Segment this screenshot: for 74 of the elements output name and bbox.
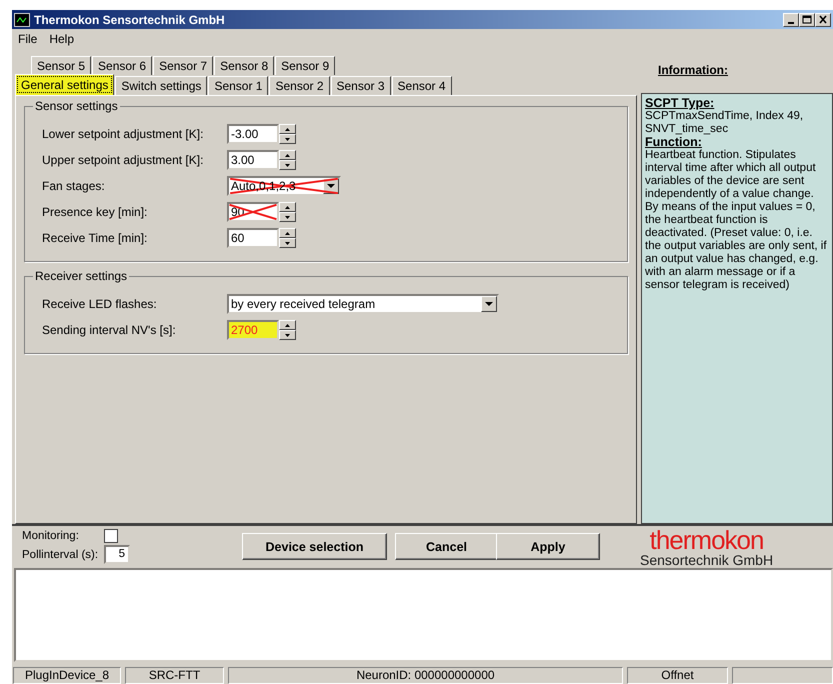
spin-down-button[interactable] — [279, 134, 296, 144]
maximize-button[interactable] — [799, 12, 815, 27]
info-text: SCPTmaxSendTime, Index 49, SNVT_time_sec — [645, 110, 804, 136]
status-panel: NeuronID: 000000000000 — [228, 667, 623, 684]
logo-wordmark: thermokon — [650, 526, 764, 553]
tab[interactable]: Sensor 4 — [392, 76, 452, 96]
menu-item[interactable]: Help — [49, 32, 74, 46]
tab[interactable]: Sensor 9 — [275, 56, 336, 76]
spin-up-button[interactable] — [279, 124, 296, 134]
tab[interactable]: Sensor 6 — [92, 56, 152, 76]
action-button[interactable]: Apply — [496, 533, 600, 560]
minimize-icon — [788, 22, 794, 24]
arrow-down-icon — [285, 242, 290, 245]
arrow-up-icon — [285, 206, 290, 209]
arrow-up-icon — [285, 232, 290, 235]
spin-up-button[interactable] — [279, 150, 296, 160]
spin-up-button[interactable] — [279, 202, 296, 212]
arrow-down-icon — [285, 216, 290, 219]
field-label: Receive Time [min]: — [42, 231, 148, 246]
group-title: Receiver settings — [33, 269, 130, 284]
spin-down-button[interactable] — [279, 212, 296, 222]
arrow-down-icon — [285, 138, 290, 141]
status-panel: Offnet — [627, 667, 728, 684]
spin-up-button[interactable] — [279, 228, 296, 238]
spin-field[interactable]: 60 — [227, 228, 279, 248]
tab[interactable]: Sensor 8 — [214, 56, 274, 76]
info-text: Heartbeat function. Stipulates interval time after which all output variables of the device are sent independently of a value change. By means of the input values = 0, the heartbeat function is deactivated. (Preset value: 0, i.e. the output variables are only sent, if an output value has changed, e.g. with an alarm message or if a sensor telegram is received) — [645, 149, 828, 292]
spin-field[interactable]: 3.00 — [227, 150, 279, 170]
minimize-button[interactable] — [783, 12, 799, 27]
field-label: Upper setpoint adjustment [K]: — [42, 153, 204, 168]
dropdown[interactable]: by every received telegram — [227, 294, 499, 314]
arrow-up-icon — [285, 128, 290, 131]
menu-item[interactable]: File — [18, 32, 38, 46]
field-label: Lower setpoint adjustment [K]: — [42, 127, 204, 142]
section-heading: SCPT Type: — [645, 97, 716, 110]
window-title: Thermokon Sensortechnik GmbH — [34, 12, 226, 27]
field-label: Receive LED flashes: — [42, 297, 158, 312]
monitoring-checkbox[interactable] — [104, 529, 118, 544]
tab[interactable]: Sensor 2 — [269, 76, 330, 96]
arrow-up-icon — [285, 154, 290, 157]
tab[interactable]: Switch settings — [115, 76, 208, 96]
spin-down-button[interactable] — [279, 330, 296, 340]
dropdown-arrow-icon — [485, 302, 493, 306]
section-heading: Function: — [645, 136, 703, 150]
spin-down-button[interactable] — [279, 160, 296, 170]
close-button[interactable] — [815, 12, 831, 27]
field-label: Presence key [min]: — [42, 205, 148, 220]
logo-subtitle: Sensortechnik GmbH — [640, 552, 774, 567]
arrow-up-icon — [285, 324, 290, 327]
tab[interactable]: Sensor 7 — [153, 56, 214, 76]
dropdown-arrow-icon — [327, 184, 335, 188]
action-button[interactable]: Cancel — [395, 533, 498, 560]
close-icon — [818, 15, 828, 24]
pollinterval-field[interactable]: 5 — [104, 545, 130, 564]
spin-field[interactable]: -3.00 — [227, 124, 279, 144]
status-panel: PlugInDevice_8 — [13, 667, 121, 684]
arrow-down-icon — [285, 334, 290, 337]
spin-down-button[interactable] — [279, 238, 296, 248]
app-icon — [14, 12, 30, 27]
tab[interactable]: General settings — [15, 74, 114, 96]
monitoring-label: Monitoring: — [22, 530, 80, 542]
pollinterval-label: Pollinterval (s): — [22, 548, 100, 561]
spin-up-button[interactable] — [279, 320, 296, 330]
tab[interactable]: Sensor 5 — [31, 56, 92, 76]
action-button[interactable]: Device selection — [242, 533, 387, 560]
tab[interactable]: Sensor 1 — [208, 76, 268, 96]
field-label: Sending interval NV's [s]: — [42, 323, 177, 338]
status-panel: SRC-FTT — [125, 667, 224, 684]
field-label: Fan stages: — [42, 179, 106, 194]
group-title: Sensor settings — [33, 99, 120, 114]
tab[interactable]: Sensor 3 — [330, 76, 391, 96]
maximize-icon — [802, 15, 812, 24]
info-heading: Information: — [657, 62, 729, 78]
arrow-down-icon — [285, 164, 290, 167]
